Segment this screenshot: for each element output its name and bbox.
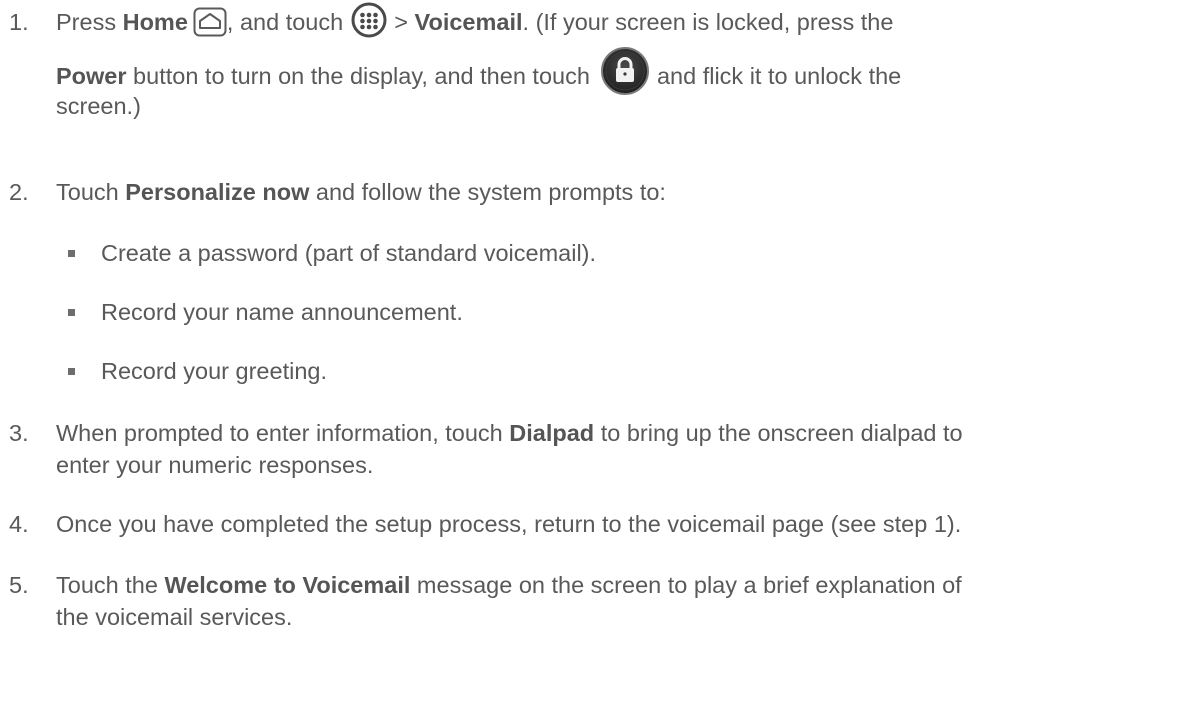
step-text: Touch the Welcome to Voicemail message o… (56, 572, 962, 630)
step-number: 2. (9, 179, 29, 205)
step-1-line-2: Power button to turn on the display, and… (56, 46, 1201, 95)
step-number: 3. (9, 420, 29, 446)
step-text: When prompted to enter information, touc… (56, 420, 963, 478)
list-item: Create a password (part of standard voic… (0, 236, 1204, 270)
step-text: Press Home, and touch > Voicemail. (If y… (56, 2, 1201, 123)
bullet-square-icon (68, 309, 75, 316)
step-number: 5. (9, 572, 29, 598)
instructions-document: 1. Press Home, and touch > Voicemail. (I… (0, 0, 1204, 702)
dialpad-label: Dialpad (509, 420, 595, 446)
step-text: Once you have completed the setup proces… (56, 511, 962, 537)
step-1-line-1: Press Home, and touch > Voicemail. (If y… (56, 2, 1201, 39)
list-item: Record your greeting. (0, 354, 1204, 388)
voicemail-label: Voicemail (414, 9, 523, 35)
step-text: Touch Personalize now and follow the sys… (56, 179, 666, 205)
bullet-square-icon (68, 368, 75, 375)
power-label: Power (56, 63, 127, 89)
step-number: 4. (9, 511, 29, 537)
lock-unlock-icon (600, 46, 650, 96)
step-number: 1. (9, 9, 29, 35)
list-item: Record your name announcement. (0, 295, 1204, 329)
home-key-icon (193, 7, 227, 37)
personalize-now-label: Personalize now (125, 179, 310, 205)
welcome-to-voicemail-label: Welcome to Voicemail (164, 572, 411, 598)
bullet-square-icon (68, 250, 75, 257)
apps-launcher-icon (350, 1, 388, 39)
home-label: Home (122, 9, 188, 35)
